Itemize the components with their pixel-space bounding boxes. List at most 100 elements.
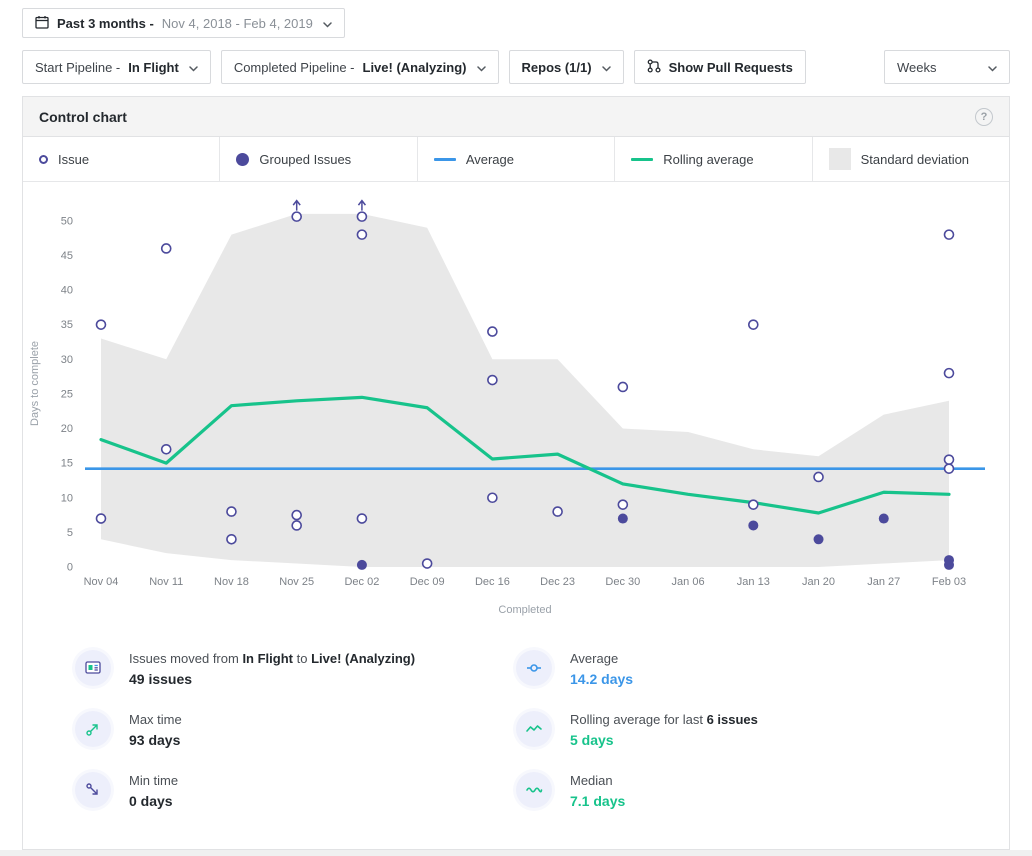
show-pull-requests-button[interactable]: Show Pull Requests: [633, 50, 806, 84]
average-line-marker-icon: [433, 157, 456, 161]
legend-label: Standard deviation: [860, 151, 970, 167]
stat-label-pipeline-to: Live! (Analyzing): [311, 651, 416, 666]
control-chart-canvas[interactable]: 0 5 10 15 20 25 30 35 40 45 50 Nov 04 Nov 11 Nov 18 No…: [23, 182, 1009, 622]
legend-label: Grouped Issues: [259, 151, 352, 167]
stat-label: Max time: [129, 712, 182, 727]
start-pipeline-value: In Flight: [128, 59, 179, 75]
svg-text:Nov 04: Nov 04: [84, 576, 119, 588]
svg-text:15: 15: [61, 458, 73, 470]
svg-text:Nov 11: Nov 11: [149, 576, 183, 588]
svg-text:45: 45: [61, 250, 73, 262]
median-icon: [516, 772, 552, 808]
stat-label-pipeline-from: In Flight: [242, 651, 293, 666]
svg-text:Feb 03: Feb 03: [932, 576, 966, 588]
stat-label-part: Issues moved from: [129, 651, 243, 666]
stat-value: 0 days: [129, 793, 173, 809]
help-icon[interactable]: ?: [975, 107, 993, 126]
stat-max-time: Max time 93 days: [75, 711, 516, 748]
legend-label: Rolling average: [663, 151, 754, 167]
svg-text:Jan 06: Jan 06: [672, 576, 705, 588]
panel-header: Control chart ?: [23, 97, 1009, 137]
issue-marker-icon: [39, 154, 48, 164]
legend-item-average[interactable]: Average: [418, 137, 616, 181]
svg-text:40: 40: [61, 285, 73, 297]
next-section-partial: [0, 850, 1032, 856]
completed-pipeline-prefix: Completed Pipeline -: [233, 59, 355, 75]
svg-text:Dec 09: Dec 09: [410, 576, 445, 588]
start-pipeline-prefix: Start Pipeline -: [35, 59, 121, 75]
rolling-average-icon: [516, 711, 552, 747]
standard-deviation-swatch-icon: [828, 148, 851, 170]
svg-text:Days to complete: Days to complete: [29, 341, 41, 426]
chevron-down-icon: [601, 60, 611, 75]
stat-rolling-average: Rolling average for last 6 issues 5 days: [516, 711, 1009, 748]
chart-legend: Issue Grouped Issues Average Rolling ave…: [23, 137, 1009, 182]
stat-label-part: Rolling average for last: [570, 712, 707, 727]
interval-value: Weeks: [897, 59, 937, 75]
svg-text:50: 50: [61, 215, 73, 227]
stat-min-time: Min time 0 days: [75, 772, 516, 809]
legend-label: Issue: [58, 151, 90, 167]
date-range-dates: Nov 4, 2018 - Feb 4, 2019: [161, 15, 313, 31]
start-pipeline-dropdown[interactable]: Start Pipeline - In Flight: [22, 50, 211, 84]
stat-label: Rolling average for last 6 issues: [570, 712, 758, 727]
svg-text:Dec 02: Dec 02: [344, 576, 379, 588]
svg-text:35: 35: [61, 319, 73, 331]
svg-text:30: 30: [61, 354, 73, 366]
stat-label: Median: [570, 773, 613, 788]
chevron-down-icon: [476, 60, 486, 75]
interval-dropdown[interactable]: Weeks: [884, 50, 1010, 84]
pull-request-icon: [647, 58, 661, 76]
stat-median: Median 7.1 days: [516, 772, 1009, 809]
date-range-period: Past 3 months -: [57, 15, 154, 31]
chevron-down-icon: [988, 60, 997, 75]
svg-text:25: 25: [61, 388, 73, 400]
stat-value: 49 issues: [129, 671, 193, 687]
chevron-down-icon: [189, 60, 198, 75]
stat-issues-moved: Issues moved from In Flight to Live! (An…: [75, 650, 516, 687]
max-time-icon: [75, 711, 111, 747]
svg-text:Nov 25: Nov 25: [279, 576, 314, 588]
filter-bar: Start Pipeline - In Flight Completed Pip…: [22, 50, 1010, 84]
calendar-icon: [35, 15, 49, 32]
rolling-average-line-marker-icon: [631, 157, 654, 161]
svg-text:Dec 30: Dec 30: [605, 576, 640, 588]
svg-text:5: 5: [67, 527, 73, 539]
svg-text:0: 0: [67, 562, 73, 574]
stats-left-column: Issues moved from In Flight to Live! (An…: [23, 650, 516, 833]
toolbar-date: Past 3 months - Nov 4, 2018 - Feb 4, 201…: [0, 0, 1032, 38]
chart-area: 0 5 10 15 20 25 30 35 40 45 50 Nov 04 Nov 11 Nov 18 No…: [23, 182, 1009, 622]
repos-dropdown[interactable]: Repos (1/1): [508, 50, 624, 84]
legend-item-issue[interactable]: Issue: [23, 137, 221, 181]
stats-summary: Issues moved from In Flight to Live! (An…: [23, 622, 1009, 833]
svg-text:Dec 23: Dec 23: [540, 576, 575, 588]
page-title: Control chart: [39, 108, 127, 125]
repos-label: Repos (1/1): [521, 59, 592, 75]
date-range-button[interactable]: Past 3 months - Nov 4, 2018 - Feb 4, 201…: [22, 8, 345, 38]
legend-item-grouped-issues[interactable]: Grouped Issues: [220, 137, 418, 181]
completed-pipeline-dropdown[interactable]: Completed Pipeline - Live! (Analyzing): [220, 50, 499, 84]
svg-text:Nov 18: Nov 18: [214, 576, 249, 588]
min-time-icon: [75, 772, 111, 808]
issues-moved-icon: [75, 650, 111, 686]
stat-label: Issues moved from In Flight to Live! (An…: [129, 651, 415, 666]
stat-value: 93 days: [129, 732, 181, 748]
stats-right-column: Average 14.2 days Rolling average for la…: [516, 650, 1009, 833]
svg-text:Jan 20: Jan 20: [802, 576, 835, 588]
average-icon: [516, 650, 552, 686]
legend-item-standard-deviation[interactable]: Standard deviation: [813, 137, 1009, 181]
completed-pipeline-value: Live! (Analyzing): [362, 59, 467, 75]
control-chart-panel: Control chart ? Issue Grouped Issues Ave…: [22, 96, 1010, 850]
legend-label: Average: [465, 151, 514, 167]
legend-item-rolling-average[interactable]: Rolling average: [615, 137, 813, 181]
svg-text:Dec 16: Dec 16: [475, 576, 510, 588]
svg-text:Jan 27: Jan 27: [867, 576, 900, 588]
stat-value: 7.1 days: [570, 793, 626, 809]
chevron-down-icon: [323, 16, 332, 31]
stat-value: 14.2 days: [570, 671, 634, 687]
svg-text:Completed: Completed: [498, 604, 551, 616]
svg-text:20: 20: [61, 423, 73, 435]
show-pull-requests-label: Show Pull Requests: [668, 59, 793, 75]
svg-text:Jan 13: Jan 13: [737, 576, 770, 588]
stat-label-part: to: [292, 651, 312, 666]
